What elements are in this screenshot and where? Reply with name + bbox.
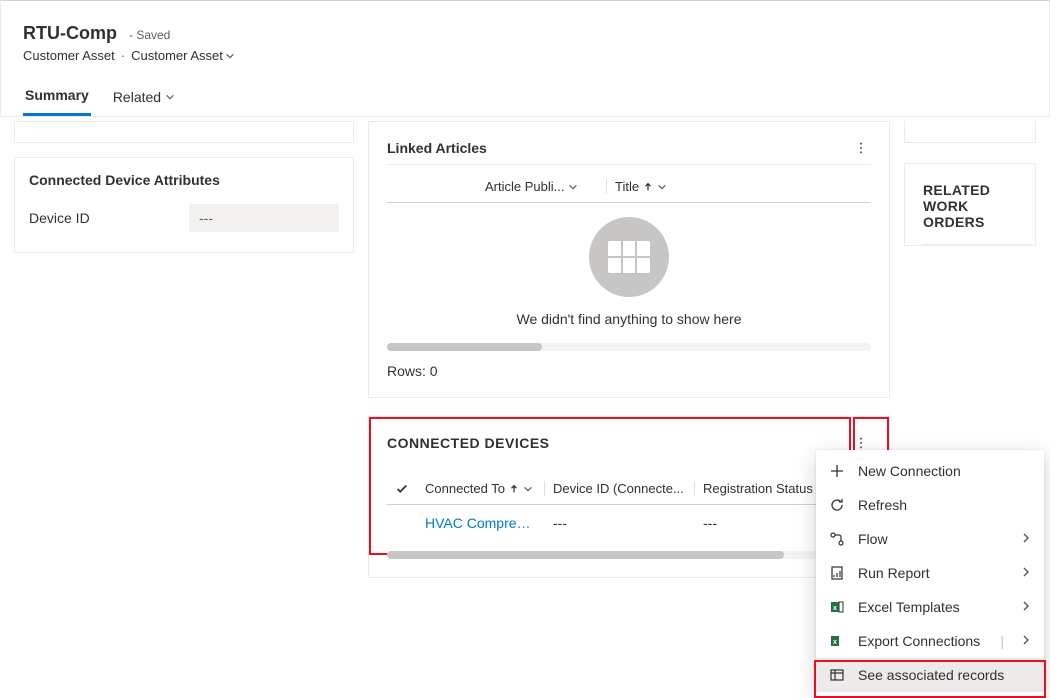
menu-item-excel-templates[interactable]: x Excel Templates: [816, 590, 1044, 624]
plus-icon: [828, 462, 846, 480]
sort-asc-icon: [643, 182, 653, 192]
menu-item-see-associated-records[interactable]: See associated records: [816, 658, 1044, 692]
form-name: Customer Asset: [131, 48, 223, 63]
column-header-device-id[interactable]: Device ID (Connecte...: [545, 481, 695, 496]
tab-related[interactable]: Related: [111, 81, 177, 116]
scrollbar-thumb[interactable]: [387, 343, 542, 351]
right-card-stub: [904, 121, 1036, 143]
refresh-icon: [828, 496, 846, 514]
menu-item-run-report[interactable]: Run Report: [816, 556, 1044, 590]
related-work-orders-card: RELATED WORK ORDERS: [904, 163, 1036, 246]
save-status: - Saved: [129, 28, 170, 42]
empty-state-text: We didn't find anything to show here: [517, 311, 742, 327]
connected-device-attributes-card: Connected Device Attributes Device ID --…: [14, 157, 354, 253]
row-count: Rows: 0: [387, 363, 871, 379]
excel-export-icon: x: [828, 632, 846, 650]
form-selector[interactable]: Customer Asset: [131, 48, 235, 63]
sort-asc-icon: [509, 484, 519, 494]
chevron-down-icon: [568, 182, 578, 192]
connected-to-link[interactable]: HVAC Compressor.: [417, 515, 545, 531]
vertical-dots-icon: [854, 141, 868, 155]
tab-summary[interactable]: Summary: [23, 81, 91, 116]
column-header-article[interactable]: Article Publi...: [477, 179, 607, 194]
chevron-down-icon: [657, 182, 667, 192]
linked-articles-section: Linked Articles Article Publi... Title: [368, 121, 890, 398]
svg-text:x: x: [833, 639, 837, 646]
record-header: RTU-Comp - Saved Customer Asset · Custom…: [0, 0, 1050, 117]
record-title: RTU-Comp: [23, 23, 117, 44]
table-row[interactable]: HVAC Compressor. --- ---: [387, 505, 871, 541]
select-all-checkbox[interactable]: [387, 481, 417, 496]
flow-icon: [828, 530, 846, 548]
column-header-title[interactable]: Title: [607, 179, 707, 194]
section-title: Connected Device Attributes: [15, 158, 353, 198]
column-header-connected-to[interactable]: Connected To: [417, 481, 545, 496]
left-card-stub: [14, 121, 354, 143]
chevron-down-icon: [225, 51, 235, 61]
entity-label: Customer Asset: [23, 48, 115, 63]
svg-text:x: x: [833, 605, 837, 612]
checkmark-icon: [395, 482, 409, 496]
chevron-right-icon: [1020, 599, 1032, 615]
empty-grid-icon: [589, 217, 669, 297]
device-id-field[interactable]: ---: [189, 204, 339, 232]
context-menu: New Connection Refresh Flow Run Report x…: [816, 450, 1044, 696]
menu-item-export-connections[interactable]: x Export Connections |: [816, 624, 1044, 658]
report-icon: [828, 564, 846, 582]
vertical-dots-icon: [854, 436, 868, 450]
device-id-cell: ---: [545, 515, 695, 531]
section-title: CONNECTED DEVICES: [387, 435, 550, 451]
menu-item-flow[interactable]: Flow: [816, 522, 1044, 556]
chevron-down-icon: [523, 484, 533, 494]
scrollbar-thumb[interactable]: [387, 551, 784, 559]
records-icon: [828, 666, 846, 684]
connected-devices-section: CONNECTED DEVICES Connected To Device ID…: [368, 416, 890, 578]
horizontal-scrollbar[interactable]: [387, 343, 871, 351]
excel-icon: x: [828, 598, 846, 616]
chevron-down-icon: [165, 92, 175, 102]
tab-related-label: Related: [113, 89, 161, 105]
menu-item-new-connection[interactable]: New Connection: [816, 454, 1044, 488]
menu-item-refresh[interactable]: Refresh: [816, 488, 1044, 522]
chevron-right-icon: [1020, 565, 1032, 581]
section-title: Linked Articles: [387, 140, 487, 156]
section-title: RELATED WORK ORDERS: [905, 164, 1035, 244]
chevron-right-icon: [1020, 633, 1032, 649]
menu-separator-bar: |: [1000, 633, 1004, 649]
device-id-label: Device ID: [29, 210, 189, 226]
chevron-right-icon: [1020, 531, 1032, 547]
tab-bar: Summary Related: [23, 81, 1027, 116]
separator-dot: ·: [121, 48, 125, 63]
more-actions-button[interactable]: [851, 138, 871, 158]
horizontal-scrollbar[interactable]: [387, 551, 871, 559]
